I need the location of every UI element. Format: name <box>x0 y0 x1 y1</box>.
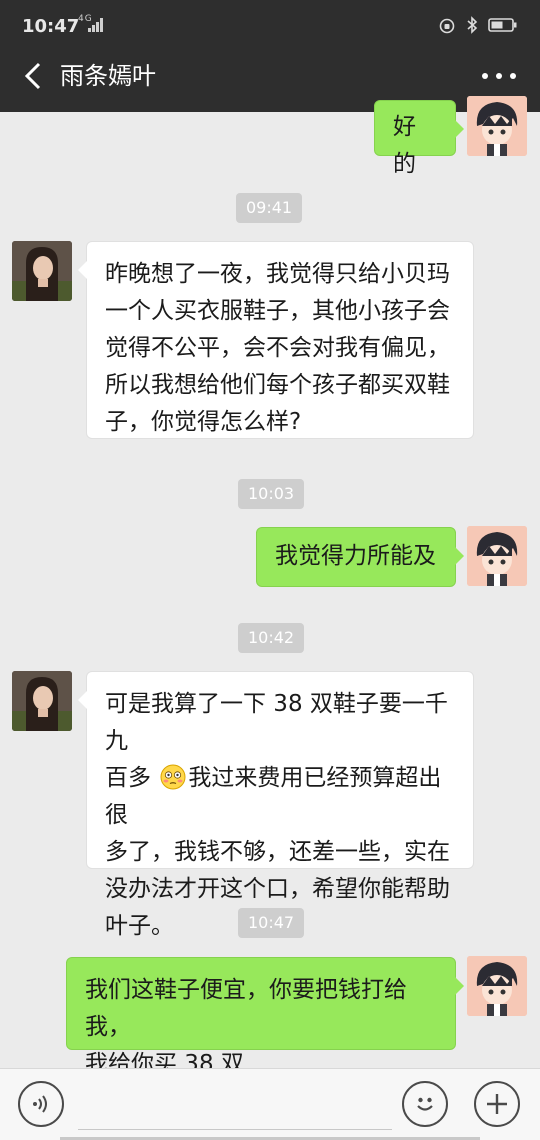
message-text: 我过来费用已经预算超出很 <box>105 765 442 828</box>
message-line: 所以我想给他们每个孩子都买双鞋 <box>105 372 450 398</box>
status-time: 10:47 <box>22 16 80 37</box>
timestamp: 10:42 <box>238 623 305 653</box>
message-bubble-contact[interactable]: 昨晚想了一夜，我觉得只给小贝玛 一个人买衣服鞋子，其他小孩子会 觉得不公平，会不… <box>78 241 474 439</box>
contact-avatar[interactable] <box>12 671 72 731</box>
signal-icon <box>88 18 103 32</box>
battery-icon <box>488 18 517 32</box>
message-text: 好的 <box>393 114 416 177</box>
message-line: 昨晚想了一夜，我觉得只给小贝玛 <box>105 261 450 287</box>
flushed-face-emoji <box>160 764 186 790</box>
alarm-icon <box>439 18 455 34</box>
add-icon[interactable] <box>474 1081 520 1127</box>
emoji-icon[interactable] <box>402 1081 448 1127</box>
message-line: 我们这鞋子便宜，你要把钱打给我， <box>85 977 407 1040</box>
contact-avatar[interactable] <box>12 241 72 301</box>
message-text: 百多 <box>105 765 151 791</box>
message-line: 没办法才开这个口，希望你能帮助 <box>105 876 450 902</box>
self-avatar[interactable] <box>467 956 527 1016</box>
timestamp: 10:47 <box>238 908 305 938</box>
voice-icon[interactable] <box>18 1081 64 1127</box>
message-line: 觉得不公平，会不会对我有偏见， <box>105 335 450 361</box>
message-text: 我觉得力所能及 <box>275 543 436 569</box>
message-input[interactable] <box>78 1081 392 1130</box>
message-line: 一个人买衣服鞋子，其他小孩子会 <box>105 298 450 324</box>
message-line-with-emoji: 百多 我过来费用已经预算超出很 <box>105 760 455 834</box>
more-dots-icon[interactable] <box>482 66 516 86</box>
message-bubble-self[interactable]: 好的 <box>374 100 464 177</box>
timestamp: 09:41 <box>236 193 303 223</box>
timestamp: 10:03 <box>238 479 305 509</box>
back-arrow-icon[interactable] <box>18 58 48 94</box>
message-line: 子，你觉得怎么样? <box>105 409 302 435</box>
bluetooth-icon <box>467 16 478 34</box>
status-icons <box>438 16 518 34</box>
message-bubble-contact[interactable]: 可是我算了一下 38 双鞋子要一千九 百多 我过来费用已经预算超出很 多了，我钱… <box>78 671 474 939</box>
top-bar: 10:47 4G 雨条嫣叶 <box>0 0 540 112</box>
chat-title: 雨条嫣叶 <box>60 62 156 90</box>
self-avatar[interactable] <box>467 96 527 156</box>
message-line: 可是我算了一下 38 双鞋子要一千九 <box>105 691 448 754</box>
message-bubble-self[interactable]: 我觉得力所能及 <box>256 527 464 587</box>
input-bar <box>0 1068 540 1140</box>
message-bubble-self[interactable]: 我们这鞋子便宜，你要把钱打给我， 我给你买 38 双 <box>66 957 464 1077</box>
message-line: 多了，我钱不够，还差一些，实在 <box>105 839 450 865</box>
self-avatar[interactable] <box>467 526 527 586</box>
